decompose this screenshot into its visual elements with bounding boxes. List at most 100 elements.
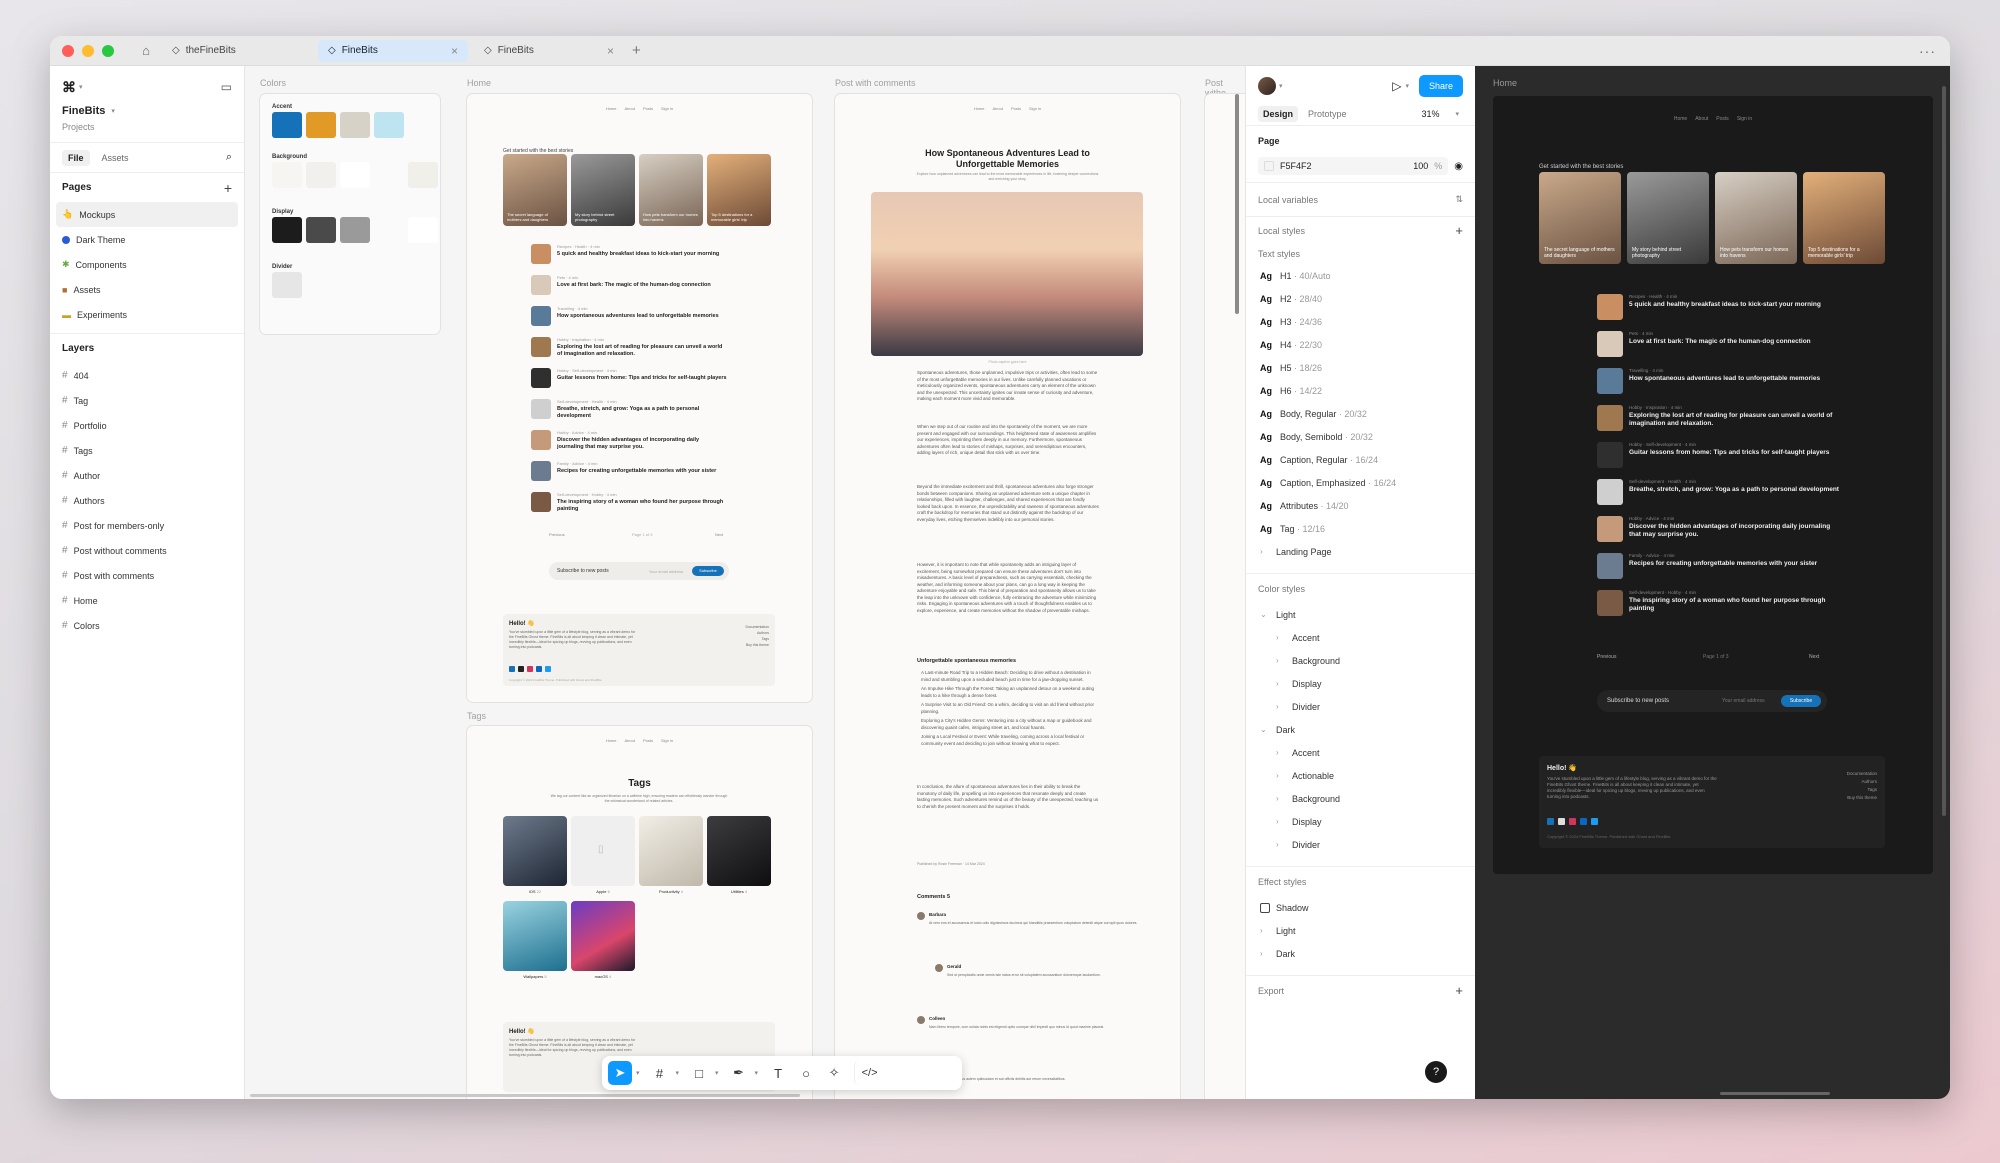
maximize-window-button[interactable] xyxy=(102,44,114,57)
assets-tab[interactable]: Assets xyxy=(96,150,135,166)
move-tool-icon[interactable]: ➤ xyxy=(608,1061,632,1085)
effect-shadow[interactable]: Shadow xyxy=(1246,896,1475,919)
prev-link[interactable]: Previous xyxy=(1597,654,1616,660)
swatch-display-secondary[interactable] xyxy=(306,217,336,243)
chevron-down-icon[interactable]: ▾ xyxy=(1455,110,1459,118)
layer-item[interactable]: # Colors xyxy=(50,613,244,638)
dark-home-frame[interactable]: Home About Posts Sign in Get started with t… xyxy=(1493,96,1933,874)
local-variables-label[interactable]: Local variables xyxy=(1258,195,1318,205)
light-group[interactable]: ⌄ Light xyxy=(1246,603,1475,626)
text-style-item[interactable]: Ag H4 · 22/30 xyxy=(1246,333,1475,356)
page-opacity-value[interactable]: 100 xyxy=(1413,161,1428,171)
chevron-right-icon[interactable]: › xyxy=(1276,702,1286,711)
tag-card-apple[interactable]: ▯ xyxy=(571,816,635,886)
frame-tool-icon[interactable]: # xyxy=(648,1061,672,1085)
dark-h-scrollbar[interactable] xyxy=(1720,1092,1830,1095)
tab-finebits[interactable]: ◇ FineBits × xyxy=(474,40,624,62)
canvas-scrollbar[interactable] xyxy=(1235,94,1239,314)
comment-tool-icon[interactable]: ○ xyxy=(794,1061,818,1085)
swatch-display-primary[interactable] xyxy=(272,217,302,243)
effect-dark-group[interactable]: › Dark xyxy=(1246,942,1475,965)
add-style-icon[interactable]: + xyxy=(1455,223,1463,238)
instagram-icon[interactable] xyxy=(527,666,533,672)
post-list-item[interactable]: Travelling · 4 min How spontaneous advent… xyxy=(531,306,727,326)
home-frame[interactable]: Home About Posts Sign in Get started with t… xyxy=(467,94,812,702)
chevron-down-icon[interactable]: ⌄ xyxy=(1260,610,1270,619)
post-frame[interactable]: Home About Posts Sign in How Spontaneous Ad… xyxy=(835,94,1180,1099)
tab-thefinebits[interactable]: ◇ theFineBits xyxy=(162,40,312,62)
layer-item[interactable]: # Author xyxy=(50,463,244,488)
swatch-accent-tertiary[interactable] xyxy=(340,112,370,138)
page-item-experiments[interactable]: ▬ Experiments xyxy=(50,302,244,327)
minimize-window-button[interactable] xyxy=(82,44,94,57)
nav-home[interactable]: Home xyxy=(606,106,617,114)
project-name-row[interactable]: FineBits ▾ xyxy=(50,102,244,120)
footer-link[interactable]: Buy this theme xyxy=(745,642,769,648)
feature-card[interactable]: How pets transform our homes into havens xyxy=(1715,172,1797,264)
next-link[interactable]: Next xyxy=(715,532,723,537)
chevron-right-icon[interactable]: › xyxy=(1276,748,1286,757)
post-list-item[interactable]: Self-development · Hobby · 4 min The insp… xyxy=(531,492,727,513)
feature-card[interactable]: Top 5 destinations for a memorable girls… xyxy=(1803,172,1885,264)
home-icon[interactable]: ⌂ xyxy=(136,43,156,58)
new-tab-icon[interactable]: + xyxy=(632,42,641,59)
frame-label-post[interactable]: Post with comments xyxy=(835,78,916,88)
chevron-right-icon[interactable]: › xyxy=(1276,679,1286,688)
color-style-group[interactable]: › Background xyxy=(1246,787,1475,810)
layer-item[interactable]: # Portfolio xyxy=(50,413,244,438)
swatch-display-reverse[interactable] xyxy=(408,217,438,243)
color-style-group[interactable]: › Divider xyxy=(1246,833,1475,856)
add-export-icon[interactable]: + xyxy=(1455,983,1463,998)
tags-frame[interactable]: Home About Posts Sign in Tags We tag our co… xyxy=(467,726,812,1099)
chevron-right-icon[interactable]: › xyxy=(1260,949,1270,958)
feature-card[interactable]: My story behind street photography xyxy=(571,154,635,226)
page-item-mockups[interactable]: 👆 Mockups xyxy=(56,202,238,227)
post-list-item[interactable]: Hobby · Inspiration · 4 min Exploring the… xyxy=(1597,405,1839,431)
color-style-group[interactable]: › Accent xyxy=(1246,741,1475,764)
swatch-accent-secondary[interactable] xyxy=(306,112,336,138)
text-style-item[interactable]: Ag H2 · 28/40 xyxy=(1246,287,1475,310)
post-list-item[interactable]: Family · Advice · 4 min Recipes for creat… xyxy=(1597,553,1839,579)
nav-posts[interactable]: Posts xyxy=(1716,116,1729,124)
footer-link[interactable]: Tags xyxy=(1847,786,1877,794)
prev-link[interactable]: Previous xyxy=(549,532,565,537)
design-tab[interactable]: Design xyxy=(1258,105,1299,122)
frame-label-colors[interactable]: Colors xyxy=(260,78,286,88)
email-input[interactable]: Your email address xyxy=(649,569,683,574)
dark-frame-label[interactable]: Home xyxy=(1493,78,1517,88)
swatch-bg-tertiary[interactable] xyxy=(340,162,370,188)
search-icon[interactable]: ⌕ xyxy=(226,151,232,164)
chevron-right-icon[interactable]: › xyxy=(1260,926,1270,935)
chevron-right-icon[interactable]: › xyxy=(1276,633,1286,642)
post-list-item[interactable]: Pets · 4 min Love at first bark: The magi… xyxy=(1597,331,1839,357)
nav-home[interactable]: Home xyxy=(606,738,617,746)
chevron-down-icon[interactable]: ⌄ xyxy=(1260,725,1270,734)
avatar[interactable] xyxy=(1258,77,1276,95)
nav-home[interactable]: Home xyxy=(1674,116,1687,124)
color-style-group[interactable]: › Accent xyxy=(1246,626,1475,649)
layer-item[interactable]: # Tags xyxy=(50,438,244,463)
text-tool-icon[interactable]: T xyxy=(766,1061,790,1085)
footer-link[interactable]: Buy this theme xyxy=(1847,794,1877,802)
nav-sign-in[interactable]: Sign in xyxy=(1737,116,1752,124)
page-color-field[interactable]: F5F4F2 100% xyxy=(1258,157,1449,175)
page-item-assets[interactable]: ■ Assets xyxy=(50,277,244,302)
pen-tool-icon[interactable]: ✒ xyxy=(727,1061,751,1085)
bluesky-icon[interactable] xyxy=(545,666,551,672)
chevron-down-icon[interactable]: ▾ xyxy=(715,1069,719,1077)
nav-posts[interactable]: Posts xyxy=(643,738,653,746)
chevron-right-icon[interactable]: › xyxy=(1276,771,1286,780)
nav-about[interactable]: About xyxy=(624,106,634,114)
nav-about[interactable]: About xyxy=(624,738,634,746)
nav-home[interactable]: Home xyxy=(974,106,985,114)
feature-card[interactable]: The secret language of mothers and daugh… xyxy=(1539,172,1621,264)
text-style-item[interactable]: Ag H5 · 18/26 xyxy=(1246,356,1475,379)
swatch-bg-gradient[interactable] xyxy=(408,162,438,188)
post-list-item[interactable]: Hobby · Self-development · 4 min Guitar l… xyxy=(531,368,727,388)
add-page-icon[interactable]: + xyxy=(224,180,232,196)
subscribe-button[interactable]: Subscribe xyxy=(692,566,724,576)
layer-item[interactable]: # Tag xyxy=(50,388,244,413)
post-list-item[interactable]: Self-development · Health · 4 min Breathe… xyxy=(1597,479,1839,505)
eye-icon[interactable]: ◉ xyxy=(1454,161,1463,172)
prototype-tab[interactable]: Prototype xyxy=(1308,109,1347,119)
